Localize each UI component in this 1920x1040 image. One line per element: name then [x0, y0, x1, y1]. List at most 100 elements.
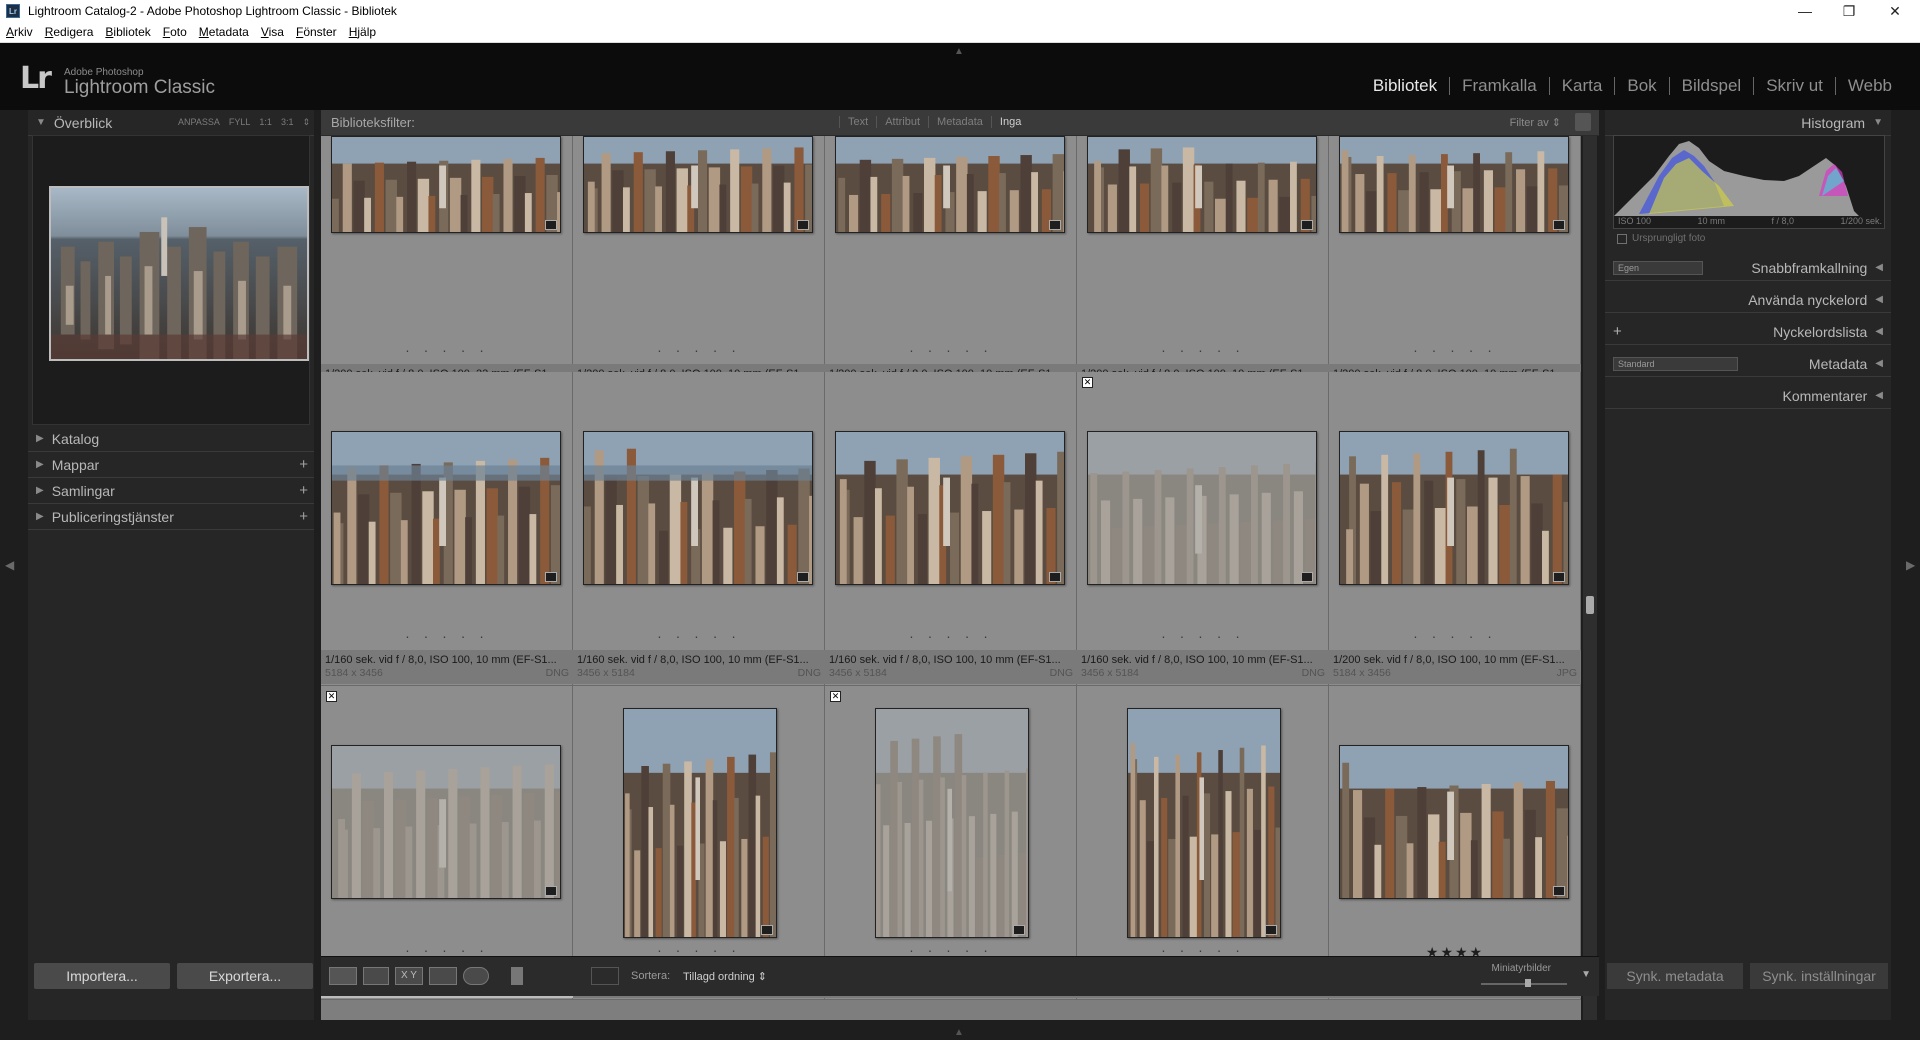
grid-scrollbar[interactable] — [1583, 136, 1597, 1020]
zoom-3-1[interactable]: 3:1 — [281, 117, 294, 128]
rating-dots[interactable]: · · · · · — [321, 628, 573, 644]
metadata-badge-icon[interactable] — [797, 572, 809, 582]
quick-develop-preset-select[interactable]: Egen — [1613, 261, 1703, 275]
right-panel-toggle-icon[interactable]: ▶ — [1906, 558, 1915, 572]
menu-fonster[interactable]: Fönster — [296, 25, 337, 39]
menu-bibliotek[interactable]: Bibliotek — [105, 25, 150, 39]
sort-direction-icon[interactable] — [591, 967, 619, 985]
metadata-badge-icon[interactable] — [545, 220, 557, 230]
module-bibliotek[interactable]: Bibliotek — [1361, 77, 1449, 95]
navigator-preview[interactable] — [32, 135, 310, 425]
rating-dots[interactable]: · · · · · — [321, 342, 573, 358]
left-panel-toggle-icon[interactable]: ◀ — [5, 558, 14, 572]
metadata-preset-select[interactable]: Standard — [1613, 357, 1738, 371]
thumbnail-cell[interactable]: · · · · ·1/160 sek. vid f / 8,0, ISO 100… — [825, 372, 1077, 686]
overview-header[interactable]: ▼ Överblick ANPASSA FYLL 1:1 3:1 ⇕ — [28, 110, 314, 136]
module-bok[interactable]: Bok — [1614, 77, 1668, 95]
photo-thumbnail[interactable] — [1087, 136, 1317, 233]
menu-foto[interactable]: Foto — [163, 25, 187, 39]
metadata-badge-icon[interactable] — [1553, 572, 1565, 582]
original-photo-toggle[interactable]: Ursprungligt foto — [1617, 233, 1705, 244]
rating-dots[interactable]: · · · · · — [1077, 628, 1329, 644]
sync-metadata-button[interactable]: Synk. metadata — [1607, 963, 1743, 989]
rating-dots[interactable]: · · · · · — [1329, 342, 1581, 358]
photo-thumbnail[interactable] — [1339, 745, 1569, 899]
toolbar-menu-chevron-down-icon[interactable]: ▼ — [1581, 969, 1591, 980]
rating-dots[interactable]: · · · · · — [825, 342, 1077, 358]
spray-can-icon[interactable] — [511, 967, 523, 985]
zoom-1-1[interactable]: 1:1 — [259, 117, 272, 128]
thumbnail-cell[interactable]: · · · · ·1/200 sek. vid f / 8,0, ISO 100… — [321, 136, 573, 400]
thumbnail-cell[interactable]: · · · · ·1/160 sek. vid f / 8,0, ISO 100… — [321, 372, 573, 686]
filter-tab-attribut[interactable]: Attribut — [876, 116, 928, 128]
thumbnail-cell[interactable]: · · · · ·1/160 sek. vid f / 8,0, ISO 100… — [1077, 686, 1329, 1000]
photo-thumbnail[interactable] — [331, 431, 561, 585]
metadata-badge-icon[interactable] — [761, 925, 773, 935]
zoom-dropdown-icon[interactable]: ⇕ — [302, 117, 310, 128]
metadata-badge-icon[interactable] — [797, 220, 809, 230]
thumbnail-cell[interactable]: · · · · ·1/200 sek. vid f / 8,0, ISO 100… — [573, 136, 825, 400]
keywording-header[interactable]: Använda nyckelord ◀ — [1605, 287, 1891, 313]
thumbnail-cell[interactable]: ✕· · · · ·1/200 sek. vid f / 8,0, ISO 10… — [321, 686, 573, 1000]
metadata-badge-icon[interactable] — [1553, 220, 1565, 230]
histogram-header[interactable]: Histogram ▼ — [1605, 110, 1891, 136]
photo-thumbnail[interactable] — [835, 136, 1065, 233]
photo-thumbnail[interactable] — [835, 431, 1065, 585]
samlingar-header[interactable]: ▶ Samlingar + — [28, 478, 314, 504]
scrollbar-thumb[interactable] — [1586, 596, 1594, 614]
katalog-header[interactable]: ▶ Katalog — [28, 426, 314, 452]
restore-button[interactable]: ❐ — [1826, 0, 1872, 22]
module-webb[interactable]: Webb — [1834, 77, 1904, 95]
thumbnail-cell[interactable]: · · · · ·1/200 sek. vid f / 8,0, ISO 100… — [1077, 136, 1329, 400]
close-button[interactable]: ✕ — [1872, 0, 1918, 22]
grid-view-icon[interactable] — [329, 967, 357, 985]
thumbnail-cell[interactable]: ✕ · · · · · 1/160 sek. vid f / 8,0, ISO 10… — [1077, 372, 1329, 686]
metadata-badge-icon[interactable] — [545, 886, 557, 896]
rejected-flag-icon[interactable]: ✕ — [326, 691, 337, 702]
people-view-icon[interactable] — [463, 967, 489, 985]
metadata-badge-icon[interactable] — [1265, 925, 1277, 935]
loupe-view-icon[interactable] — [363, 967, 389, 985]
menu-hjalp[interactable]: Hjälp — [349, 25, 376, 39]
menu-redigera[interactable]: Redigera — [45, 25, 94, 39]
metadata-badge-icon[interactable] — [1301, 572, 1313, 582]
compare-view-icon[interactable]: X Y — [395, 967, 423, 985]
add-publish-service-icon[interactable]: + — [299, 508, 308, 525]
rating-dots[interactable]: · · · · · — [1077, 342, 1329, 358]
module-framkalla[interactable]: Framkalla — [1449, 77, 1549, 95]
histogram[interactable]: ISO 100 10 mm f / 8,0 1/200 sek. — [1613, 135, 1885, 229]
metadata-header[interactable]: Standard Metadata ◀ — [1605, 351, 1891, 377]
survey-view-icon[interactable] — [429, 967, 457, 985]
import-button[interactable]: Importera... — [34, 963, 170, 989]
filter-preset-dropdown[interactable]: Filter av ⇕ — [1510, 116, 1561, 129]
photo-thumbnail[interactable] — [1127, 708, 1281, 938]
filter-lock-icon[interactable] — [1575, 113, 1591, 131]
rejected-flag-icon[interactable]: ✕ — [830, 691, 841, 702]
menu-metadata[interactable]: Metadata — [199, 25, 249, 39]
sort-order-dropdown[interactable]: Tillagd ordning ⇕ — [683, 970, 767, 983]
menu-arkiv[interactable]: Arkiv — [6, 25, 33, 39]
photo-thumbnail[interactable] — [583, 431, 813, 585]
thumbnail-cell[interactable]: · · · · ·1/160 sek. vid f / 8,0, ISO 100… — [573, 372, 825, 686]
collapse-bottom-arrow-icon[interactable]: ▲ — [954, 1027, 964, 1038]
mappar-header[interactable]: ▶ Mappar + — [28, 452, 314, 478]
module-bildspel[interactable]: Bildspel — [1668, 77, 1754, 95]
photo-thumbnail[interactable] — [623, 708, 777, 938]
add-folder-icon[interactable]: + — [299, 456, 308, 473]
thumbnail-cell[interactable]: · · · · ·1/200 sek. vid f / 8,0, ISO 100… — [1329, 136, 1581, 400]
keyword-list-header[interactable]: + Nyckelordslista ◀ — [1605, 319, 1891, 345]
rating-dots[interactable]: · · · · · — [573, 628, 825, 644]
thumbnail-size-slider[interactable] — [1481, 979, 1567, 987]
filter-tab-text[interactable]: Text — [839, 116, 876, 128]
menu-visa[interactable]: Visa — [261, 25, 284, 39]
original-photo-checkbox[interactable] — [1617, 233, 1627, 244]
photo-thumbnail[interactable] — [331, 745, 561, 899]
module-karta[interactable]: Karta — [1548, 77, 1615, 95]
quick-develop-header[interactable]: Egen Snabbframkallning ◀ — [1605, 255, 1891, 281]
sync-settings-button[interactable]: Synk. inställningar — [1750, 963, 1888, 989]
rejected-flag-icon[interactable]: ✕ — [1082, 377, 1093, 388]
thumbnail-cell[interactable]: ★★★★1/250 sek. vid f / 8,0, ISO 100, 17 … — [1329, 686, 1581, 1000]
export-button[interactable]: Exportera... — [177, 963, 313, 989]
zoom-fyll[interactable]: FYLL — [229, 117, 251, 128]
metadata-badge-icon[interactable] — [1049, 572, 1061, 582]
